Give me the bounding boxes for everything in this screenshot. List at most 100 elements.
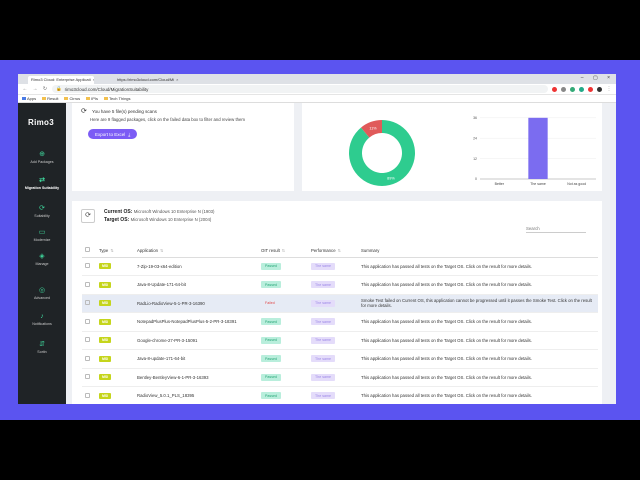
- reload-icon[interactable]: ↻: [42, 86, 48, 92]
- sidebar-item-notifications[interactable]: ♪ Notifications: [18, 313, 66, 327]
- extension-icon[interactable]: [570, 86, 575, 92]
- column-header-type[interactable]: Type ⇅: [96, 244, 134, 258]
- oit-result-badge[interactable]: Passed: [261, 336, 281, 344]
- bookmark-apps[interactable]: Apps: [22, 96, 36, 101]
- row-select-cell[interactable]: [82, 349, 96, 369]
- oit-result-badge[interactable]: Passed: [261, 262, 281, 270]
- row-checkbox[interactable]: [85, 281, 90, 287]
- performance-badge[interactable]: The same: [311, 392, 335, 400]
- row-select-cell[interactable]: [82, 275, 96, 295]
- menu-icon[interactable]: ⋮: [606, 86, 612, 92]
- row-checkbox[interactable]: [85, 318, 90, 324]
- bookmark-tech-things[interactable]: Tech Things: [104, 96, 131, 101]
- summary-text: This application has passed all tests on…: [358, 368, 598, 387]
- performance-badge[interactable]: The same: [311, 336, 335, 344]
- performance-badge[interactable]: The same: [311, 281, 335, 289]
- column-header-performance[interactable]: Performance ⇅: [308, 244, 358, 258]
- column-header-summary[interactable]: Summary: [358, 244, 598, 258]
- avatar[interactable]: [597, 86, 602, 92]
- application-name: Google-chrome-27-PR-3-15091: [134, 331, 258, 350]
- oit-result-badge[interactable]: Passed: [261, 355, 281, 363]
- row-checkbox[interactable]: [85, 392, 90, 398]
- result-cell: Passed: [258, 275, 308, 295]
- performance-badge[interactable]: The same: [311, 355, 335, 363]
- pie-chart: 89% 11%: [349, 120, 415, 186]
- performance-badge[interactable]: The same: [311, 299, 335, 307]
- table-row[interactable]: MSI RadLio-RadioView-5-1-PR-3-16390 Failed…: [82, 294, 598, 313]
- row-select-cell[interactable]: [82, 368, 96, 387]
- row-checkbox[interactable]: [85, 263, 90, 269]
- application-name: 7-Zip-19-03-x64-edition: [134, 257, 258, 276]
- table-row[interactable]: MSI RadioView_5.0.1_PLS_18395 Passed The sa…: [82, 386, 598, 404]
- refresh-icon[interactable]: ⟳: [81, 107, 87, 115]
- extension-icon[interactable]: [588, 86, 593, 92]
- row-checkbox[interactable]: [85, 374, 90, 380]
- bookmark-result[interactable]: Result: [42, 96, 58, 101]
- export-excel-button[interactable]: Export to Excel ⤓: [88, 129, 138, 139]
- folder-icon: [104, 97, 109, 101]
- suitability-icon: ⟳: [39, 205, 45, 212]
- bar[interactable]: [528, 117, 548, 179]
- sidebar-item-add-packages[interactable]: ⊕ Add Packages: [18, 151, 66, 165]
- tab-cloud[interactable]: https://rimo3cloud.com/Cloud/Mi ×: [114, 76, 188, 84]
- table-row[interactable]: MSI NotepadPlusPlus-NotepadPlusPlus-5-2-P…: [82, 312, 598, 332]
- row-checkbox[interactable]: [85, 337, 90, 343]
- row-select-cell[interactable]: [82, 257, 96, 276]
- extension-icon[interactable]: [552, 86, 557, 92]
- sidebar-item-sortin[interactable]: ⇵ Sortin: [18, 341, 66, 355]
- url-input[interactable]: 🔒 rimo3cloud.com/Cloud/MigrationSuitabili…: [52, 85, 548, 93]
- sidebar: Rimo3 ⊕ Add Packages ⇄ Migration Suitabili…: [18, 103, 66, 404]
- row-select-cell[interactable]: [82, 312, 96, 332]
- bookmark-cirrus[interactable]: Cirrus: [64, 96, 80, 101]
- result-cell: Passed: [258, 349, 308, 369]
- close-tab-icon[interactable]: ×: [176, 77, 178, 82]
- oit-result-badge[interactable]: Passed: [261, 373, 281, 381]
- row-checkbox[interactable]: [85, 300, 90, 306]
- sidebar-item-manage[interactable]: ◈ Manage: [18, 253, 66, 267]
- table-row[interactable]: MSI Java-8-update-171-64-bit Passed The sam…: [82, 349, 598, 369]
- table-row[interactable]: MSI 7-Zip-19-03-x64-edition Passed The same…: [82, 257, 598, 276]
- forward-icon[interactable]: →: [32, 86, 38, 92]
- back-icon[interactable]: ←: [22, 86, 28, 92]
- bar-chart: 0 12 24 36 Better The same Not as good: [473, 116, 596, 186]
- x-tick-label: The same: [530, 182, 546, 186]
- column-header-application[interactable]: Application ⇅: [134, 244, 258, 258]
- oit-result-badge[interactable]: Passed: [261, 318, 281, 326]
- sidebar-item-suitability[interactable]: ⟳ Suitability: [18, 205, 66, 219]
- search-input[interactable]: Search: [526, 226, 586, 233]
- extension-icon[interactable]: [579, 86, 584, 92]
- performance-badge[interactable]: The same: [311, 262, 335, 270]
- oit-result-badge[interactable]: Passed: [261, 392, 281, 400]
- row-checkbox[interactable]: [85, 355, 90, 361]
- select-all-checkbox[interactable]: [85, 247, 90, 253]
- type-cell: MSI: [96, 294, 134, 313]
- url-text: rimo3cloud.com/Cloud/MigrationSuitabilit…: [64, 86, 149, 92]
- oit-result-badge[interactable]: Failed: [261, 300, 279, 307]
- os-info: Current OS: Microsoft Windows 10 Enterpr…: [104, 208, 214, 224]
- column-header-oit-result[interactable]: OIT result ⇅: [258, 244, 308, 258]
- pie-slice-passed[interactable]: [349, 120, 415, 186]
- performance-badge[interactable]: The same: [311, 318, 335, 326]
- type-cell: MSI: [96, 275, 134, 295]
- refresh-icon[interactable]: ⟳: [81, 209, 95, 223]
- table-row[interactable]: MSI Java-8-Update-171-64-bit Passed The sam…: [82, 275, 598, 295]
- row-select-cell[interactable]: [82, 331, 96, 350]
- table-row[interactable]: MSI Google-chrome-27-PR-3-15091 Passed The …: [82, 331, 598, 350]
- sidebar-item-modernize[interactable]: ▭ Modernize: [18, 229, 66, 243]
- row-select-cell[interactable]: [82, 294, 96, 313]
- type-badge: MSI: [99, 300, 112, 307]
- sidebar-item-advanced[interactable]: ◎ Advanced: [18, 287, 66, 301]
- extension-icon[interactable]: [561, 86, 566, 92]
- performance-badge[interactable]: The same: [311, 373, 335, 381]
- sidebar-item-migration-suitability[interactable]: ⇄ Migration Suitability: [18, 177, 66, 191]
- bookmark-ipis[interactable]: IPIs: [86, 96, 98, 101]
- table-row[interactable]: MSI Bentley-BentleyView-6-1-PR-3-16393 Pas…: [82, 368, 598, 387]
- row-select-cell[interactable]: [82, 386, 96, 404]
- close-tab-icon[interactable]: ×: [93, 77, 94, 82]
- window-controls[interactable]: – ▢ ×: [581, 75, 614, 81]
- select-all-header[interactable]: [82, 244, 96, 258]
- oit-result-badge[interactable]: Passed: [261, 281, 281, 289]
- tab-bar: Rimo3 Cloud: Enterprise Applicati × https…: [18, 74, 616, 84]
- manage-icon: ◈: [39, 253, 45, 260]
- tab-rimo3[interactable]: Rimo3 Cloud: Enterprise Applicati ×: [28, 76, 94, 84]
